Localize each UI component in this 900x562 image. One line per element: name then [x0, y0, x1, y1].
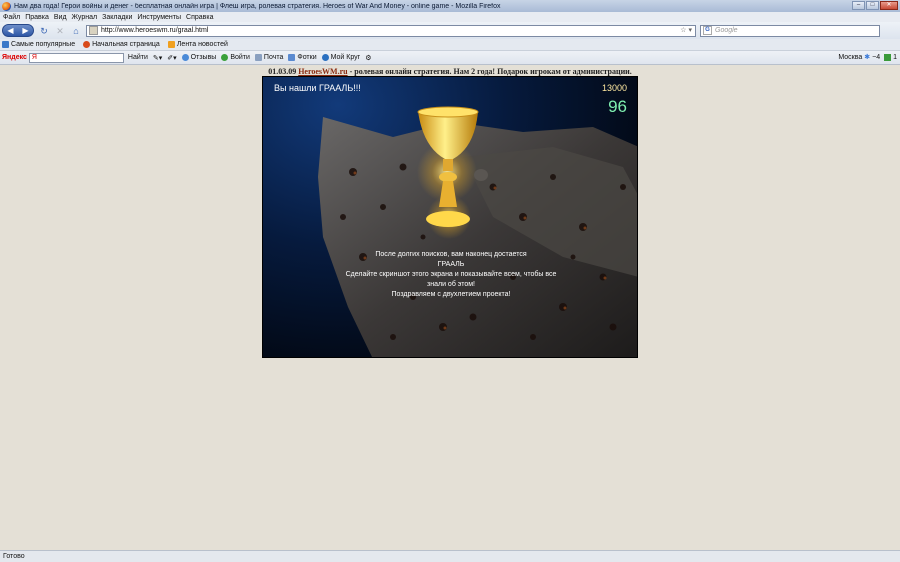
rock-background-illustration: [318, 106, 637, 357]
menu-file[interactable]: Файл: [3, 14, 20, 21]
maximize-button[interactable]: □: [866, 1, 879, 10]
menu-view[interactable]: Вид: [54, 14, 67, 21]
congrats-line: знали об этом!: [427, 281, 475, 288]
congrats-line: ГРААЛЬ: [437, 261, 465, 268]
announcement-text: - ролевая онлайн стратегия. Нам 2 года! …: [349, 67, 632, 76]
temperature-label[interactable]: −4: [872, 54, 880, 61]
site-link[interactable]: HeroesWM.ru: [298, 67, 347, 76]
firefox-icon: [2, 1, 11, 11]
congrats-line: Сделайте скриншот этого экрана и показыв…: [345, 271, 557, 278]
announcement-date: 01.03.09: [268, 67, 297, 76]
bookmark-most-visited[interactable]: Самые популярные: [2, 41, 75, 48]
reviews-icon: [181, 54, 189, 61]
home-icon[interactable]: ⌂: [70, 25, 82, 37]
stop-icon[interactable]: ✕: [54, 25, 66, 37]
announcement-line: 01.03.09 HeroesWM.ru - ролевая онлайн ст…: [0, 67, 900, 76]
mail-icon: [254, 54, 262, 61]
page-content: 01.03.09 HeroesWM.ru - ролевая онлайн ст…: [0, 66, 900, 562]
address-bar[interactable]: http://www.heroeswm.ru/graal.html ☆ ▾: [86, 24, 696, 37]
bookmark-news-feed[interactable]: Лента новостей: [167, 41, 228, 48]
yandex-photos[interactable]: Фотки: [288, 54, 317, 61]
flash-game-area[interactable]: Вы нашли ГРААЛЬ!!! 13000 96 После долгих…: [262, 76, 638, 358]
close-button[interactable]: ✕: [880, 1, 898, 10]
yandex-find-button[interactable]: Найти: [128, 54, 148, 61]
yandex-search-input[interactable]: Я: [28, 52, 124, 63]
navigation-toolbar: ◀ ▶ ↻ ✕ ⌂ http://www.heroeswm.ru/graal.h…: [0, 22, 900, 39]
photos-label: Фотки: [297, 54, 317, 61]
bookmark-icon: [83, 41, 91, 48]
grail-found-message: Вы нашли ГРААЛЬ!!!: [274, 83, 361, 93]
yandex-weather-area: Москва ✱ −4 1: [838, 53, 897, 61]
search-input[interactable]: Google: [715, 27, 738, 34]
status-text: Готово: [3, 553, 25, 560]
menu-bookmarks[interactable]: Закладки: [102, 14, 132, 21]
photos-icon: [288, 54, 296, 61]
yandex-mail[interactable]: Почта: [254, 54, 284, 61]
site-favicon-icon: [89, 26, 98, 35]
settings-gear-icon[interactable]: ⚙: [365, 54, 371, 62]
address-url[interactable]: http://www.heroeswm.ru/graal.html: [101, 27, 208, 34]
my-circle-icon: [321, 54, 329, 61]
bookmark-label: Начальная страница: [92, 41, 160, 48]
login-label: Войти: [230, 54, 250, 61]
menu-tools[interactable]: Инструменты: [137, 14, 181, 21]
status-bar: Готово: [0, 550, 900, 562]
yandex-pen-icon[interactable]: ✎▾: [153, 54, 162, 62]
yandex-reviews[interactable]: Отзывы: [181, 54, 217, 61]
rss-icon: [167, 41, 175, 48]
reload-icon[interactable]: ↻: [38, 25, 50, 37]
yandex-logo[interactable]: Яндекс: [2, 54, 27, 61]
forward-arrow-icon[interactable]: ▶: [22, 26, 28, 35]
bookmark-star-icon[interactable]: ☆ ▾: [680, 26, 692, 34]
back-forward-buttons: ◀ ▶: [2, 24, 34, 37]
counter-value: 96: [608, 97, 627, 116]
bookmark-label: Лента новостей: [176, 41, 228, 48]
window-titlebar: Нам два года! Герои войны и денег - бесп…: [0, 0, 900, 12]
my-circle-label: Мой Круг: [330, 54, 361, 61]
window-title: Нам два года! Герои войны и денег - бесп…: [14, 2, 501, 10]
login-icon: [221, 54, 229, 61]
back-arrow-icon[interactable]: ◀: [7, 26, 13, 35]
weather-icon: ✱: [864, 54, 871, 61]
yandex-toolbar: Яндекс Я Найти ✎▾ ✐▾ Отзывы Войти Почта …: [0, 51, 900, 65]
bookmark-label: Самые популярные: [11, 41, 76, 48]
congrats-line: Поздравляем с двухлетием проекта!: [391, 291, 511, 298]
congrats-line: После долгих поисков, вам наконец достае…: [375, 251, 527, 258]
bookmark-home-page[interactable]: Начальная страница: [83, 41, 160, 48]
minimize-button[interactable]: –: [852, 1, 865, 10]
window-controls: – □ ✕: [852, 1, 898, 10]
mail-count-icon: [884, 53, 892, 61]
menu-history[interactable]: Журнал: [72, 14, 98, 21]
yandex-login[interactable]: Войти: [221, 54, 250, 61]
search-box[interactable]: G Google: [700, 24, 880, 37]
yandex-my-circle[interactable]: Мой Круг: [321, 54, 361, 61]
menu-help[interactable]: Справка: [186, 14, 213, 21]
yandex-highlight-icon[interactable]: ✐▾: [167, 54, 176, 62]
menu-bar: Файл Правка Вид Журнал Закладки Инструме…: [0, 12, 900, 22]
score-value: 13000: [601, 83, 627, 93]
bookmarks-toolbar: Самые популярные Начальная страница Лент…: [0, 39, 900, 51]
reviews-label: Отзывы: [190, 54, 217, 61]
mail-count[interactable]: 1: [893, 54, 897, 61]
menu-edit[interactable]: Правка: [25, 14, 49, 21]
congratulation-text: После долгих поисков, вам наконец достае…: [341, 250, 561, 300]
city-label[interactable]: Москва: [838, 54, 862, 61]
google-search-icon[interactable]: G: [703, 26, 712, 35]
bookmark-icon: [2, 41, 9, 48]
mail-label: Почта: [263, 54, 284, 61]
